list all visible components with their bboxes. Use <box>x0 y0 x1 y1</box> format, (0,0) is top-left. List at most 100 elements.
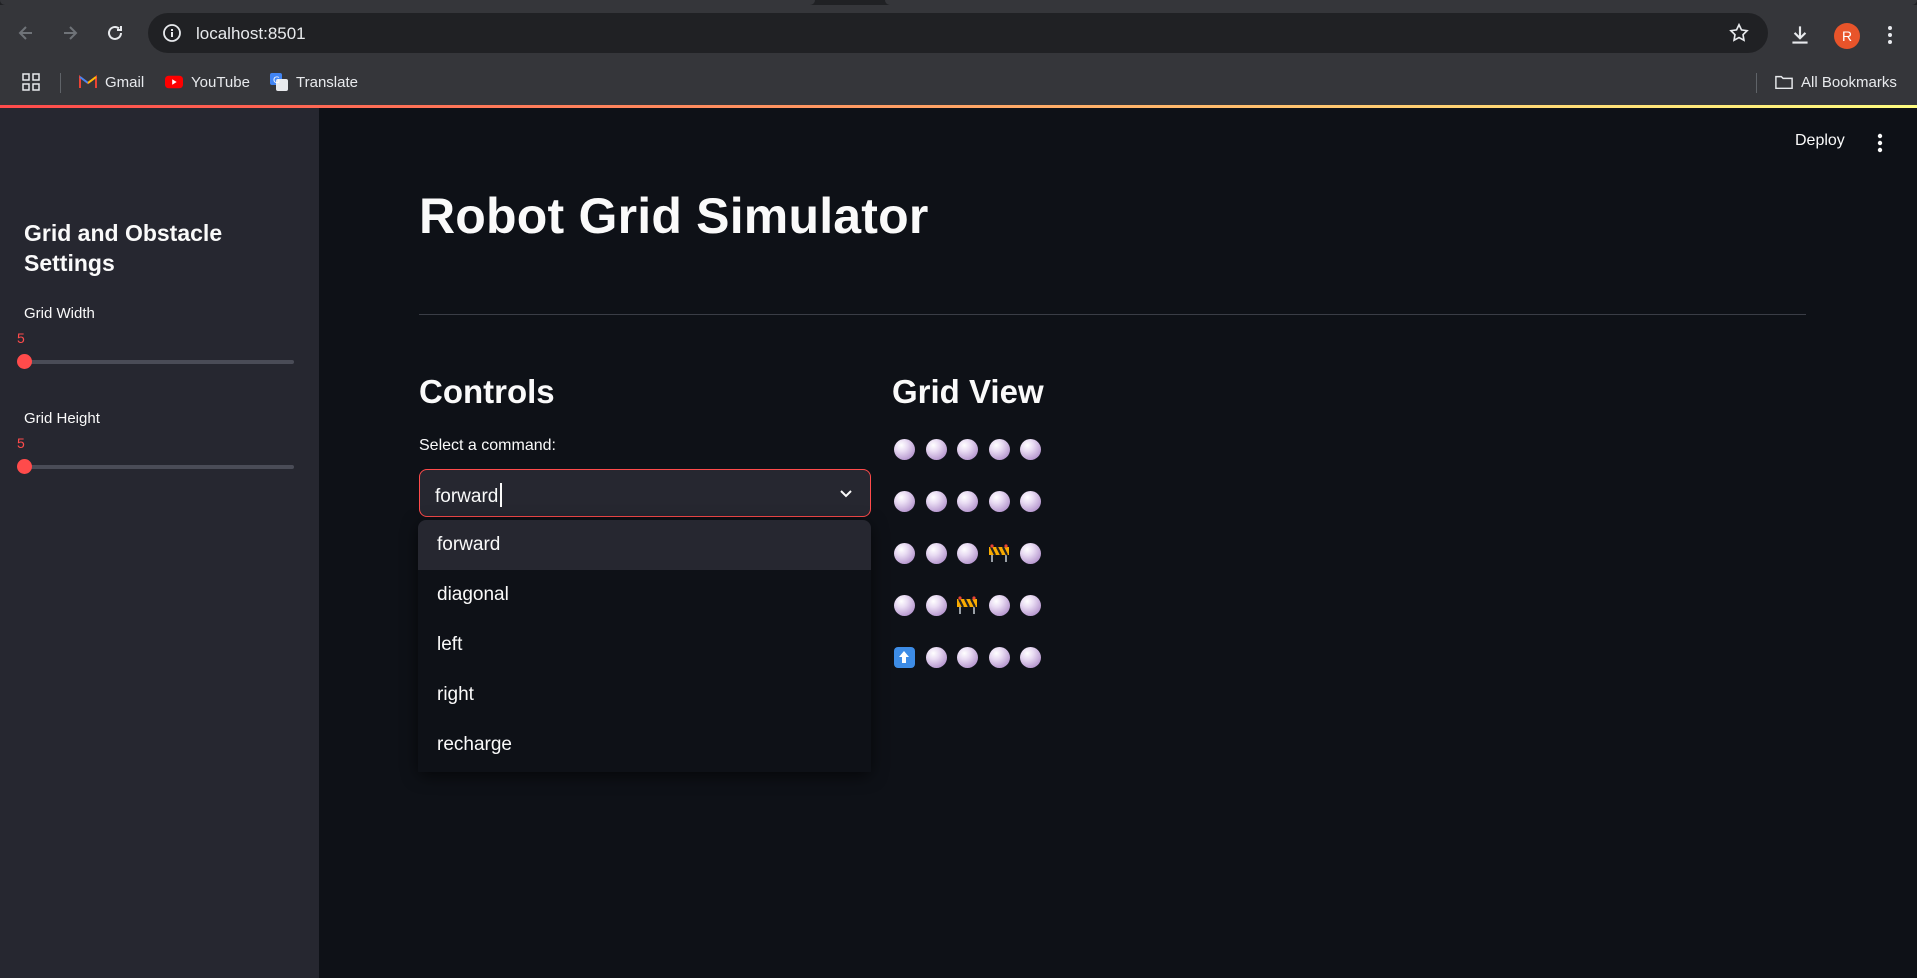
grid-cell-empty <box>987 489 1011 513</box>
option-diagonal[interactable]: diagonal <box>418 570 871 620</box>
text-cursor <box>500 483 503 507</box>
bookmarks-bar: Gmail YouTube G Translate All Bookmarks <box>0 61 1917 105</box>
all-bookmarks-button[interactable]: All Bookmarks <box>1775 70 1897 94</box>
grid-cell-empty <box>987 645 1011 669</box>
grid-width-value: 5 <box>17 330 25 346</box>
grid-width-slider-thumb[interactable] <box>17 354 32 369</box>
page-title: Robot Grid Simulator <box>419 188 929 244</box>
bookmark-label: Translate <box>296 73 358 91</box>
robot-up-arrow-icon <box>893 646 915 668</box>
option-right[interactable]: right <box>418 670 871 720</box>
grid-cell-empty <box>892 437 916 461</box>
arrow-left-icon <box>18 26 32 40</box>
empty-cell-orb-icon <box>925 594 947 616</box>
deploy-button[interactable]: Deploy <box>1795 132 1845 150</box>
forward-button[interactable] <box>56 19 84 47</box>
browser-chrome: localhost:8501 R Gmail YouTube G Transla… <box>0 0 1917 105</box>
reload-button[interactable] <box>101 19 129 47</box>
navigation-bar: localhost:8501 R <box>0 5 1917 61</box>
grid-cell-empty <box>1018 437 1042 461</box>
grid-cell-empty <box>924 489 948 513</box>
grid-height-label: Grid Height <box>24 410 100 427</box>
grid-cell-empty <box>1018 645 1042 669</box>
grid-cell-empty <box>924 645 948 669</box>
empty-cell-orb-icon <box>1019 542 1041 564</box>
empty-cell-orb-icon <box>1019 594 1041 616</box>
bookmark-star-icon[interactable] <box>1728 22 1750 44</box>
site-info-icon[interactable] <box>162 23 182 43</box>
empty-cell-orb-icon <box>893 542 915 564</box>
controls-heading: Controls <box>419 373 555 410</box>
grid-view-heading: Grid View <box>892 373 1044 410</box>
construction-barrier-icon <box>989 544 1009 562</box>
apps-grid-icon <box>22 73 40 91</box>
bookmark-label: YouTube <box>191 73 250 91</box>
empty-cell-orb-icon <box>1019 646 1041 668</box>
empty-cell-orb-icon <box>1019 490 1041 512</box>
empty-cell-orb-icon <box>925 542 947 564</box>
grid-cell-obstacle <box>955 593 979 617</box>
empty-cell-orb-icon <box>956 490 978 512</box>
grid-cell-empty <box>1018 489 1042 513</box>
grid-cell-robot <box>892 645 916 669</box>
grid-cell-empty <box>924 593 948 617</box>
grid-cell-empty <box>987 437 1011 461</box>
empty-cell-orb-icon <box>925 646 947 668</box>
grid-cell-empty <box>924 541 948 565</box>
grid-cell-empty <box>955 541 979 565</box>
back-button[interactable] <box>12 19 40 47</box>
grid-cell-obstacle <box>987 541 1011 565</box>
grid-height-value: 5 <box>17 435 25 451</box>
empty-cell-orb-icon <box>925 490 947 512</box>
empty-cell-orb-icon <box>988 594 1010 616</box>
option-left[interactable]: left <box>418 620 871 670</box>
grid-cell-empty <box>955 645 979 669</box>
grid-cell-empty <box>892 593 916 617</box>
app-container: Grid and Obstacle Settings Grid Width 5 … <box>0 105 1917 978</box>
bookmark-separator <box>60 73 61 93</box>
profile-avatar[interactable]: R <box>1834 23 1860 49</box>
option-forward[interactable]: forward <box>418 520 871 570</box>
option-recharge[interactable]: recharge <box>418 720 871 772</box>
youtube-icon <box>165 73 183 91</box>
folder-icon <box>1775 73 1793 91</box>
empty-cell-orb-icon <box>925 438 947 460</box>
grid-cell-empty <box>892 541 916 565</box>
grid-cell-empty <box>955 437 979 461</box>
address-bar[interactable]: localhost:8501 <box>148 13 1768 53</box>
grid-cell-empty <box>924 437 948 461</box>
bookmark-translate[interactable]: G Translate <box>270 70 358 94</box>
browser-menu-icon[interactable] <box>1880 22 1900 48</box>
divider <box>419 314 1806 315</box>
command-select-label: Select a command: <box>419 437 556 454</box>
empty-cell-orb-icon <box>956 646 978 668</box>
main-menu-icon[interactable] <box>1870 131 1890 155</box>
command-select-text: forward <box>435 486 499 507</box>
grid-height-slider-thumb[interactable] <box>17 459 32 474</box>
empty-cell-orb-icon <box>893 594 915 616</box>
construction-barrier-icon <box>957 596 977 614</box>
download-icon[interactable] <box>1787 22 1813 48</box>
command-select[interactable]: forward <box>419 469 871 517</box>
bookmark-label: Gmail <box>105 73 145 91</box>
bookmark-youtube[interactable]: YouTube <box>165 70 250 94</box>
grid-cell-empty <box>1018 593 1042 617</box>
command-select-value[interactable]: forward <box>435 483 503 508</box>
bookmark-gmail[interactable]: Gmail <box>79 70 144 94</box>
url-text[interactable]: localhost:8501 <box>196 24 306 44</box>
reload-icon <box>108 25 122 40</box>
empty-cell-orb-icon <box>988 646 1010 668</box>
grid-cell-empty <box>987 593 1011 617</box>
grid-cell-empty <box>1018 541 1042 565</box>
apps-button[interactable] <box>22 70 40 94</box>
sidebar-title: Grid and Obstacle Settings <box>24 220 223 276</box>
grid-height-slider[interactable] <box>24 465 294 469</box>
sidebar: Grid and Obstacle Settings Grid Width 5 … <box>0 108 319 978</box>
empty-cell-orb-icon <box>956 438 978 460</box>
svg-text:G: G <box>273 76 280 86</box>
grid-width-slider[interactable] <box>24 360 294 364</box>
empty-cell-orb-icon <box>1019 438 1041 460</box>
grid-width-label: Grid Width <box>24 305 95 322</box>
empty-cell-orb-icon <box>893 438 915 460</box>
chevron-down-icon[interactable] <box>836 484 856 504</box>
